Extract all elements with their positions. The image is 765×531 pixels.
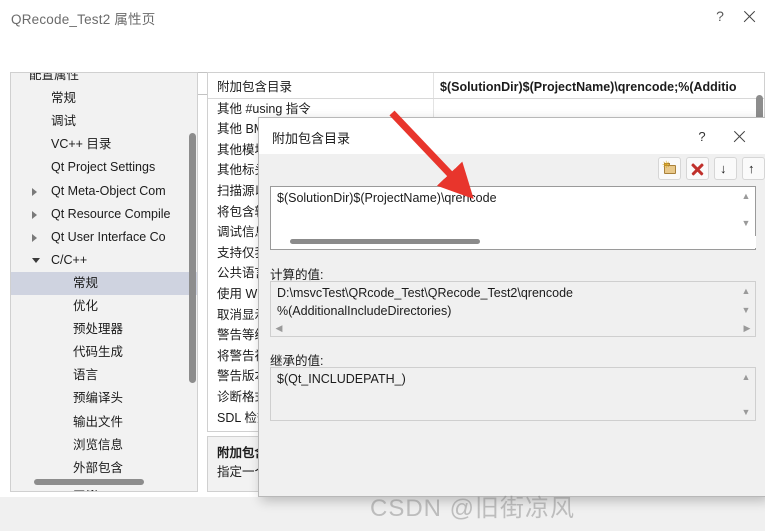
property-name: 附加包含目录 [217,80,293,94]
evaluated-scroll-up-button[interactable]: ▲ [740,285,752,296]
inherited-value-line: $(Qt_INCLUDEPATH_) [277,372,406,386]
editor-scroll-up-button[interactable]: ▲ [740,190,752,201]
tree-item-label: 常规 [73,275,99,290]
tree-item[interactable]: 语言 [11,364,197,387]
tree-item[interactable]: Qt Meta-Object Com [11,180,197,203]
tree-item[interactable]: 常规 [11,271,197,296]
tree-item-label: 预处理器 [73,322,124,337]
tree-item[interactable]: 代码生成 [11,341,197,364]
tree-item-label: C/C++ [51,252,88,267]
tree-item[interactable]: 常规 [11,87,197,110]
dialog-help-icon[interactable]: ? [691,125,713,147]
arrow-up-icon: ↑ [748,161,755,176]
tree-item[interactable]: 配置属性 [11,72,197,87]
close-glyph-shape [743,10,756,23]
tree-horizontal-scroll-track[interactable] [12,476,196,490]
dialog-close-glyph-shape [733,130,746,143]
property-value[interactable]: $(SolutionDir)$(ProjectName)\qrencode;%(… [440,77,737,98]
dialog-toolbar: ✳ ↓ ↑ [259,154,765,184]
tree-item-label: 代码生成 [73,345,124,360]
chevron-right-icon[interactable] [32,187,37,196]
arrow-down-icon: ↓ [720,161,727,176]
include-directories-editor[interactable]: $(SolutionDir)$(ProjectName)\qrencode ▲ … [270,186,756,250]
new-line-button[interactable]: ✳ [658,157,681,180]
tree-item[interactable]: Qt Resource Compile [11,203,197,226]
tree-item-label: 预编译头 [73,391,124,406]
chevron-down-icon[interactable] [32,257,40,263]
inherited-value-box: $(Qt_INCLUDEPATH_) ▲ ▼ [270,367,756,421]
tree-item[interactable]: 预编译头 [11,387,197,410]
chevron-right-icon[interactable] [32,233,37,242]
evaluated-value-box: D:\msvcTest\QRcode_Test\QRecode_Test2\qr… [270,281,756,337]
tree-item[interactable]: 调试 [11,110,197,133]
inherited-scroll-down-button[interactable]: ▼ [740,406,752,417]
additional-include-directories-dialog: 附加包含目录 ? ✳ ↓ ↑ $(SolutionDir)$(ProjectNa… [258,117,765,497]
tree-item-label: 配置属性 [29,72,80,83]
tree-item[interactable]: 浏览信息 [11,434,197,457]
watermark-text: CSDN @旧街凉风 [370,495,576,522]
tree-item[interactable]: Qt User Interface Co [11,226,197,249]
tree-item-label: 语言 [73,368,99,383]
help-glyph: ? [716,8,724,24]
dialog-title-bar: 附加包含目录 ? [259,118,765,154]
close-icon[interactable] [736,4,762,28]
window-title-bar: QRecode_Test2 属性页 ? [0,0,765,34]
evaluated-scroll-left-button[interactable]: ◀ [273,323,285,334]
tree-item[interactable]: VC++ 目录 [11,133,197,156]
tree-item-label: 调试 [51,114,77,129]
tree-item-label: 优化 [73,299,99,314]
configuration-bar: 配置(C): 活动(Debug) 平台(P): 活动(x64) 配置管理器(O)… [0,34,765,95]
property-row[interactable]: 附加包含目录 $(SolutionDir)$(ProjectName)\qrenc… [208,77,764,99]
tree-item-label: 输出文件 [73,414,124,429]
delete-line-button[interactable] [686,157,709,180]
editor-scroll-down-button[interactable]: ▼ [740,217,752,228]
settings-tree: 通用属性配置属性常规调试VC++ 目录Qt Project SettingsQt… [11,72,197,491]
editor-hscroll-track[interactable] [272,236,756,248]
tree-item-label: Qt User Interface Co [51,229,166,244]
tree-item[interactable]: C/C++ [11,249,197,272]
inherited-scroll-up-button[interactable]: ▲ [740,371,752,382]
dialog-close-icon[interactable] [727,125,751,147]
tree-vertical-scrollbar[interactable] [189,133,196,383]
chevron-right-icon[interactable] [32,210,37,219]
move-down-button[interactable]: ↓ [714,157,737,180]
page-title: QRecode_Test2 属性页 [11,12,156,27]
evaluated-scroll-down-button[interactable]: ▼ [740,304,752,315]
tree-item[interactable]: Qt Project Settings [11,156,197,179]
red-x-icon [691,162,704,175]
tree-item-label: Qt Meta-Object Com [51,183,166,198]
dialog-help-glyph: ? [698,128,706,144]
property-pages-window: QRecode_Test2 属性页 ? 配置(C): 活动(Debug) 平台(… [0,0,765,531]
include-directory-line[interactable]: $(SolutionDir)$(ProjectName)\qrencode [277,191,497,205]
evaluated-value-line-2: %(AdditionalIncludeDirectories) [277,304,452,318]
tree-item[interactable]: 优化 [11,295,197,318]
tree-item[interactable]: 预处理器 [11,318,197,341]
tree-horizontal-scrollbar[interactable] [34,479,144,485]
evaluated-value-line-1: D:\msvcTest\QRcode_Test\QRecode_Test2\qr… [277,286,573,300]
tree-item-label: VC++ 目录 [51,137,112,152]
tree-item-label: 常规 [51,91,77,106]
editor-horizontal-scrollbar[interactable] [290,239,480,244]
tree-item-label: Qt Project Settings [51,160,156,175]
dialog-title: 附加包含目录 [272,131,351,146]
evaluated-scroll-right-button[interactable]: ▶ [741,323,753,334]
tree-item[interactable]: 输出文件 [11,411,197,434]
settings-tree-panel[interactable]: 通用属性配置属性常规调试VC++ 目录Qt Project SettingsQt… [10,72,198,492]
help-icon[interactable]: ? [707,4,733,28]
move-up-button[interactable]: ↑ [742,157,765,180]
tree-item-label: Qt Resource Compile [51,206,171,221]
new-folder-icon: ✳ [662,161,677,175]
tree-item-label: 浏览信息 [73,437,124,452]
